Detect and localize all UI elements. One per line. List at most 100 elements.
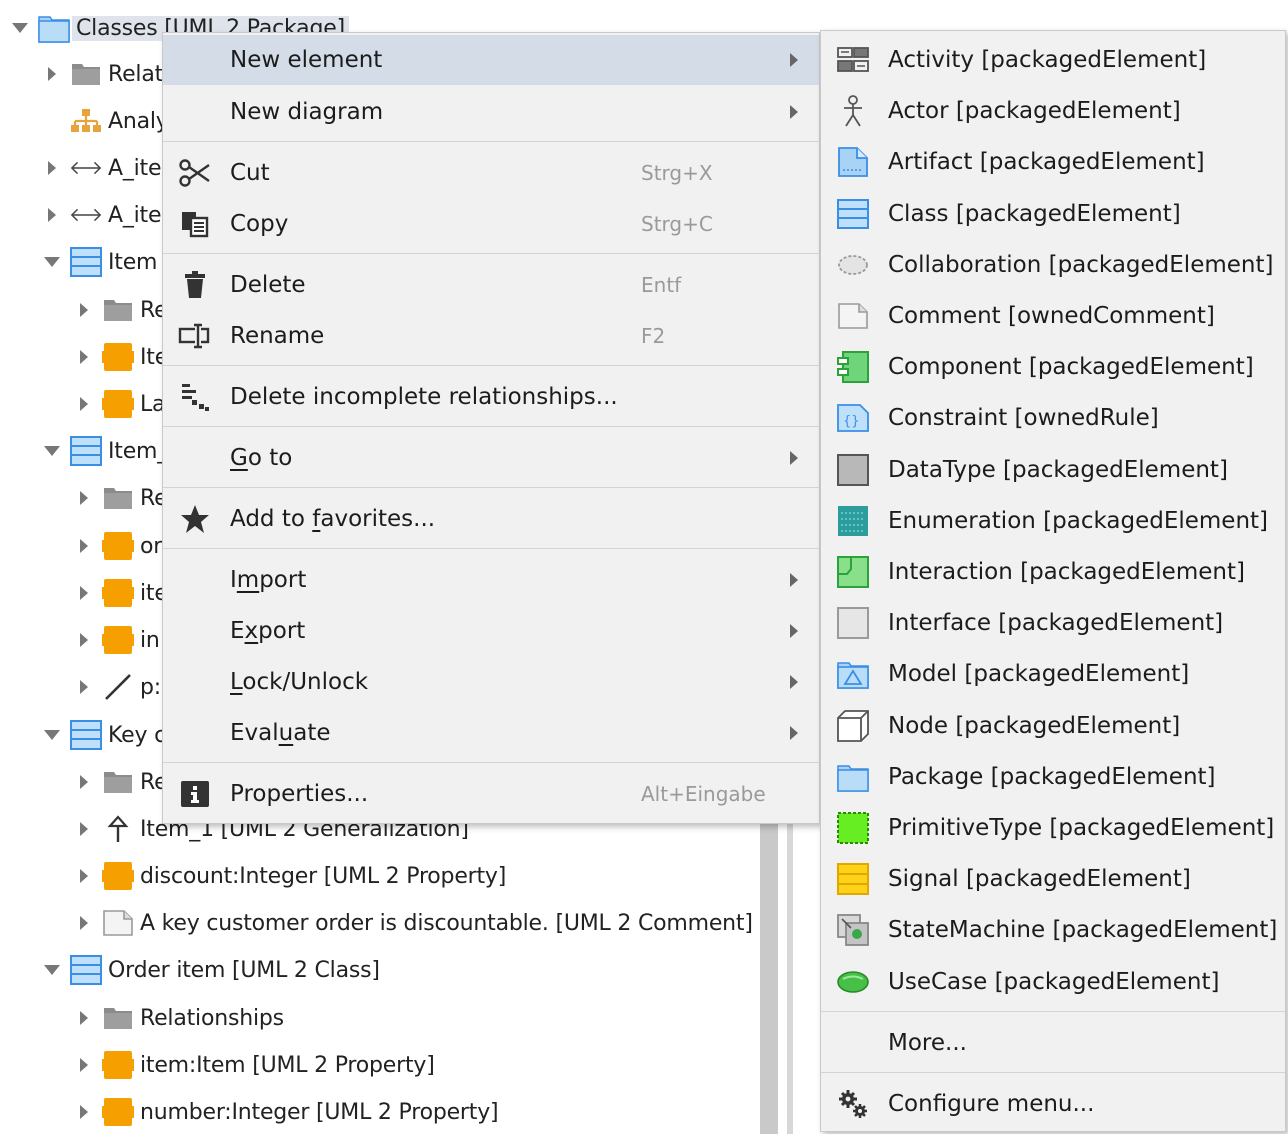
collapse-arrow-icon[interactable] xyxy=(40,250,64,274)
property-icon xyxy=(102,530,134,562)
tree-row[interactable]: Re xyxy=(72,288,168,332)
generalization-icon xyxy=(102,813,134,845)
submenu-item-component[interactable]: Component [packagedElement] xyxy=(821,342,1285,392)
expand-arrow-icon[interactable] xyxy=(72,581,96,605)
submenu-item-package[interactable]: Package [packagedElement] xyxy=(821,752,1285,802)
tree-row[interactable]: number:Integer [UML 2 Property] xyxy=(72,1090,499,1134)
tree-row[interactable]: Order item [UML 2 Class] xyxy=(40,948,380,992)
submenu-item-enumeration[interactable]: Enumeration [packagedElement] xyxy=(821,496,1285,546)
tree-row-label: Item_ xyxy=(108,438,169,464)
collapse-arrow-icon[interactable] xyxy=(40,723,64,747)
tree-row[interactable]: Key c xyxy=(40,713,166,757)
submenu-arrow-icon xyxy=(788,672,802,692)
expand-arrow-icon[interactable] xyxy=(72,345,96,369)
tree-row[interactable]: ite xyxy=(72,571,168,615)
submenu-item-actor[interactable]: Actor [packagedElement] xyxy=(821,86,1285,136)
tree-row[interactable]: or xyxy=(72,524,162,568)
tree-row[interactable]: Relationships xyxy=(72,996,284,1040)
folder-icon xyxy=(70,58,102,90)
menu-item-delete-incomplete-relationships[interactable]: Delete incomplete relationships... xyxy=(163,372,819,422)
tree-row[interactable]: in xyxy=(72,618,160,662)
scissors-icon xyxy=(177,155,213,191)
submenu-arrow-icon xyxy=(788,723,802,743)
menu-item-go-to[interactable]: Go to xyxy=(163,433,819,483)
expand-arrow-icon[interactable] xyxy=(72,628,96,652)
collapse-arrow-icon[interactable] xyxy=(40,439,64,463)
submenu-arrow-icon xyxy=(788,50,802,70)
tree-row[interactable]: Item_ xyxy=(40,429,168,473)
expand-arrow-icon[interactable] xyxy=(72,911,96,935)
menu-item-import[interactable]: Import xyxy=(163,555,819,605)
submenu-item-model[interactable]: Model [packagedElement] xyxy=(821,649,1285,699)
tree-row[interactable]: Analy xyxy=(40,99,169,143)
tree-row[interactable]: discount:Integer [UML 2 Property] xyxy=(72,854,506,898)
expand-arrow-icon[interactable] xyxy=(72,1053,96,1077)
expand-arrow-icon[interactable] xyxy=(40,203,64,227)
tree-scrollbar[interactable] xyxy=(760,800,778,1134)
menu-item-evaluate[interactable]: Evaluate xyxy=(163,708,819,758)
menu-item-add-to-favorites[interactable]: Add to favorites... xyxy=(163,494,819,544)
submenu-item-more[interactable]: More... xyxy=(821,1018,1285,1068)
menu-separator xyxy=(163,548,819,549)
tree-row[interactable]: Ite xyxy=(72,335,168,379)
expand-arrow-icon[interactable] xyxy=(72,534,96,558)
tree-row[interactable]: Relati xyxy=(40,52,169,96)
submenu-item-statemachine[interactable]: StateMachine [packagedElement] xyxy=(821,905,1285,955)
tree-row[interactable]: A_ite xyxy=(40,146,162,190)
expand-arrow-icon[interactable] xyxy=(72,817,96,841)
tree-row[interactable]: item:Item [UML 2 Property] xyxy=(72,1043,435,1087)
expand-arrow-icon[interactable] xyxy=(72,486,96,510)
expand-arrow-icon[interactable] xyxy=(40,156,64,180)
tree-row[interactable]: Item xyxy=(40,240,157,284)
interaction-icon xyxy=(835,554,871,590)
submenu-item-interface[interactable]: Interface [packagedElement] xyxy=(821,598,1285,648)
submenu-item-signal[interactable]: Signal [packagedElement] xyxy=(821,854,1285,904)
tree-row[interactable]: Re xyxy=(72,476,168,520)
collapse-arrow-icon[interactable] xyxy=(8,16,32,40)
tree-row[interactable]: La xyxy=(72,382,166,426)
tree-row[interactable]: A_ite xyxy=(40,193,162,237)
tree-row[interactable]: A key customer order is discountable. [U… xyxy=(72,901,753,945)
menu-item-copy[interactable]: Copy Strg+C xyxy=(163,199,819,249)
submenu-item-label: StateMachine [packagedElement] xyxy=(888,917,1278,944)
expand-arrow-icon[interactable] xyxy=(40,62,64,86)
menu-item-rename[interactable]: Rename F2 xyxy=(163,311,819,361)
svg-text:{}: {} xyxy=(843,414,860,429)
tree-row[interactable]: Re xyxy=(72,760,168,804)
submenu-item-datatype[interactable]: DataType [packagedElement] xyxy=(821,445,1285,495)
submenu-item-interaction[interactable]: Interaction [packagedElement] xyxy=(821,547,1285,597)
submenu-item-class[interactable]: Class [packagedElement] xyxy=(821,189,1285,239)
comment-icon xyxy=(102,907,134,939)
submenu-item-comment[interactable]: Comment [ownedComment] xyxy=(821,291,1285,341)
submenu-item-label: Constraint [ownedRule] xyxy=(888,405,1159,432)
collapse-arrow-icon[interactable] xyxy=(40,958,64,982)
expand-arrow-icon[interactable] xyxy=(72,864,96,888)
menu-item-new-diagram[interactable]: New diagram xyxy=(163,87,819,137)
expand-arrow-icon[interactable] xyxy=(72,1100,96,1124)
property-icon xyxy=(102,388,134,420)
menu-item-label: Copy xyxy=(230,211,289,237)
submenu-item-node[interactable]: Node [packagedElement] xyxy=(821,701,1285,751)
submenu-item-label: PrimitiveType [packagedElement] xyxy=(888,815,1275,841)
menu-item-delete[interactable]: Delete Entf xyxy=(163,260,819,310)
property-icon xyxy=(102,1049,134,1081)
menu-item-new-element[interactable]: New element xyxy=(163,35,819,85)
menu-item-cut[interactable]: Cut Strg+X xyxy=(163,148,819,198)
submenu-item-primitivetype[interactable]: PrimitiveType [packagedElement] xyxy=(821,803,1285,853)
expand-arrow-icon[interactable] xyxy=(72,675,96,699)
menu-item-export[interactable]: Export xyxy=(163,606,819,656)
menu-item-lock-unlock[interactable]: Lock/Unlock xyxy=(163,657,819,707)
expand-arrow-icon[interactable] xyxy=(72,770,96,794)
rename-icon xyxy=(177,318,213,354)
submenu-item-collaboration[interactable]: Collaboration [packagedElement] xyxy=(821,240,1285,290)
submenu-item-artifact[interactable]: Artifact [packagedElement] xyxy=(821,137,1285,187)
submenu-item-constraint[interactable]: {} Constraint [ownedRule] xyxy=(821,393,1285,443)
expand-arrow-icon[interactable] xyxy=(72,298,96,322)
expand-arrow-icon[interactable] xyxy=(72,1006,96,1030)
tree-row[interactable]: p:I xyxy=(72,665,167,709)
submenu-item-configure-menu[interactable]: Configure menu... xyxy=(821,1079,1285,1129)
submenu-item-activity[interactable]: Activity [packagedElement] xyxy=(821,35,1285,85)
menu-item-properties[interactable]: Properties... Alt+Eingabe xyxy=(163,769,819,819)
expand-arrow-icon[interactable] xyxy=(72,392,96,416)
submenu-item-usecase[interactable]: UseCase [packagedElement] xyxy=(821,957,1285,1007)
